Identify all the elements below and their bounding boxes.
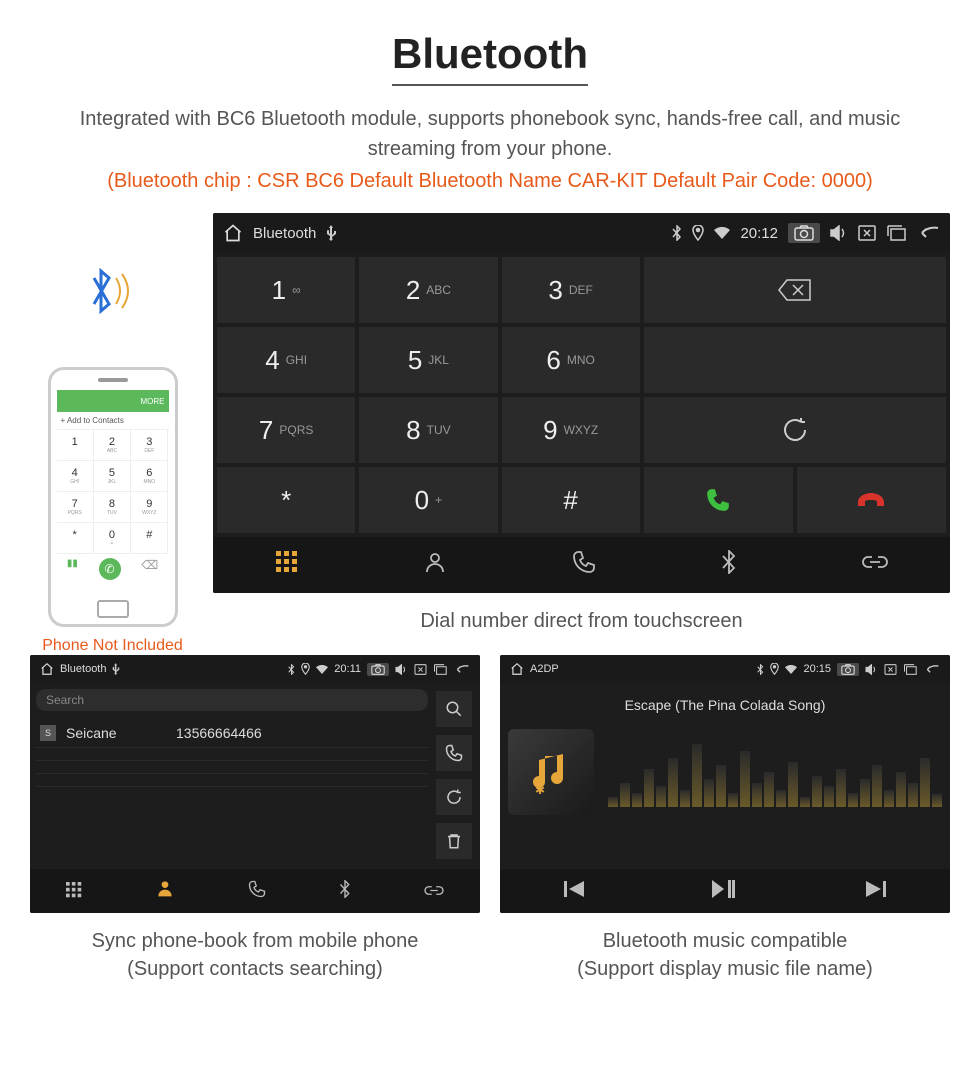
back-icon[interactable]: [923, 664, 940, 675]
key-5[interactable]: 5JKL: [359, 327, 497, 393]
usb-icon: [326, 225, 337, 241]
album-art-icon: ✱: [508, 729, 594, 815]
song-title: Escape (The Pina Colada Song): [625, 697, 826, 713]
key-star[interactable]: *: [217, 467, 355, 533]
tab-bluetooth-icon[interactable]: [721, 550, 737, 580]
status-bar: A2DP 20:15: [500, 655, 950, 683]
dialer-caption: Dial number direct from touchscreen: [213, 607, 950, 635]
call-button[interactable]: [644, 467, 793, 533]
tab-calllog-icon[interactable]: [572, 550, 596, 580]
side-search-icon[interactable]: [436, 691, 472, 727]
contacts-caption: Sync phone-book from mobile phone(Suppor…: [30, 927, 480, 983]
key-0[interactable]: 0+: [359, 467, 497, 533]
key-3[interactable]: 3DEF: [502, 257, 640, 323]
bluetooth-icon: [84, 266, 142, 327]
home-icon[interactable]: [223, 223, 243, 243]
volume-icon[interactable]: [395, 664, 408, 675]
page-title: Bluetooth: [392, 30, 588, 86]
key-4[interactable]: 4GHI: [217, 327, 355, 393]
side-call-icon[interactable]: [436, 735, 472, 771]
recent-apps-icon[interactable]: [433, 664, 447, 675]
tab-calllog-icon[interactable]: [248, 878, 266, 904]
contact-name: Seicane: [66, 725, 166, 741]
home-icon[interactable]: [40, 662, 54, 676]
tab-bluetooth-icon[interactable]: [339, 878, 351, 904]
dialer-screen: Bluetooth 20:12: [213, 213, 950, 593]
home-icon[interactable]: [510, 662, 524, 676]
tab-pair-icon[interactable]: [424, 878, 444, 904]
key-1[interactable]: 1∞: [217, 257, 355, 323]
location-icon: [301, 663, 310, 675]
tab-keypad-icon[interactable]: [276, 551, 298, 579]
status-bar: Bluetooth 20:12: [213, 213, 950, 253]
status-bar: Bluetooth 20:11: [30, 655, 480, 683]
redial-button[interactable]: [644, 397, 946, 463]
close-app-icon[interactable]: [414, 664, 427, 675]
tab-contacts-icon[interactable]: [155, 878, 175, 904]
camera-icon[interactable]: [367, 663, 389, 676]
volume-icon[interactable]: [865, 664, 878, 675]
back-icon[interactable]: [453, 664, 470, 675]
contact-number: 13566664466: [176, 725, 262, 741]
tab-pair-icon[interactable]: [862, 552, 888, 578]
key-9[interactable]: 9WXYZ: [502, 397, 640, 463]
wifi-icon: [714, 227, 730, 239]
camera-icon[interactable]: [788, 223, 820, 243]
wifi-icon: [785, 665, 797, 674]
dial-keypad: 1∞ 2ABC 3DEF 4GHI 5JKL 6MNO 7PQRS 8TUV 9…: [217, 257, 640, 533]
hangup-button[interactable]: [797, 467, 946, 533]
visualizer: [608, 737, 942, 807]
key-6[interactable]: 6MNO: [502, 327, 640, 393]
usb-icon: [112, 663, 120, 675]
tab-keypad-icon[interactable]: [66, 878, 82, 904]
key-hash[interactable]: #: [502, 467, 640, 533]
phone-keypad: 1 2ABC3DEF 4GHI5JKL6MNO 7PQRS8TUV9WXYZ *…: [57, 430, 169, 554]
page-subtitle: Integrated with BC6 Bluetooth module, su…: [65, 104, 915, 164]
location-icon: [692, 225, 704, 241]
recent-apps-icon[interactable]: [903, 664, 917, 675]
tab-contacts-icon[interactable]: [423, 550, 447, 580]
music-caption: Bluetooth music compatible(Support displ…: [500, 927, 950, 983]
location-icon: [770, 663, 779, 675]
bluetooth-status-icon: [672, 225, 682, 241]
recent-apps-icon[interactable]: [886, 225, 906, 241]
camera-icon[interactable]: [837, 663, 859, 676]
contact-row[interactable]: S Seicane 13566664466: [36, 719, 428, 748]
key-8[interactable]: 8TUV: [359, 397, 497, 463]
music-screen: A2DP 20:15 Escape (The Pina Colada Song)…: [500, 655, 950, 913]
svg-text:✱: ✱: [535, 783, 545, 797]
back-icon[interactable]: [916, 225, 940, 241]
wifi-icon: [316, 665, 328, 674]
backspace-button[interactable]: [644, 257, 946, 323]
volume-icon[interactable]: [830, 225, 848, 241]
dialer-tabs: [213, 537, 950, 593]
next-track-icon[interactable]: [866, 881, 886, 902]
key-2[interactable]: 2ABC: [359, 257, 497, 323]
phone-column: MORE + Add to Contacts 1 2ABC3DEF 4GHI5J…: [30, 266, 195, 655]
search-input[interactable]: Search: [36, 689, 428, 711]
bluetooth-status-icon: [288, 664, 295, 675]
phone-caption: Phone Not Included: [42, 637, 183, 655]
status-time: 20:12: [740, 225, 778, 242]
page-header: Bluetooth Integrated with BC6 Bluetooth …: [0, 0, 980, 213]
close-app-icon[interactable]: [884, 664, 897, 675]
close-app-icon[interactable]: [858, 225, 876, 241]
play-pause-icon[interactable]: [712, 880, 738, 903]
add-to-contacts: + Add to Contacts: [57, 412, 169, 430]
bluetooth-info: (Bluetooth chip : CSR BC6 Default Blueto…: [40, 170, 940, 193]
status-title: Bluetooth: [253, 225, 316, 242]
contacts-screen: Bluetooth 20:11 Search S Seicane: [30, 655, 480, 913]
key-7[interactable]: 7PQRS: [217, 397, 355, 463]
prev-track-icon[interactable]: [564, 881, 584, 902]
contact-badge: S: [40, 725, 56, 741]
side-sync-icon[interactable]: [436, 779, 472, 815]
phone-mockup: MORE + Add to Contacts 1 2ABC3DEF 4GHI5J…: [48, 367, 178, 627]
side-delete-icon[interactable]: [436, 823, 472, 859]
bluetooth-status-icon: [757, 664, 764, 675]
